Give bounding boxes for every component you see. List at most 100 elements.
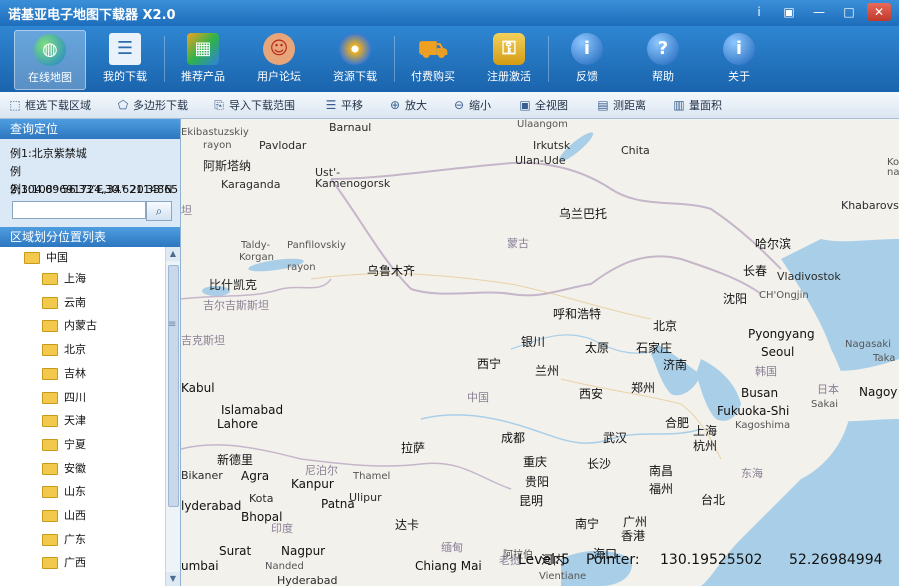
tree-node-province[interactable]: 四川 — [42, 388, 86, 408]
tree-node-province[interactable]: 广东 — [42, 530, 86, 550]
sidebar: 查询定位 例1:北京紫禁城 例2:104.09691724,30.6211486… — [0, 119, 181, 586]
map-place-label: 兰州 — [535, 364, 560, 378]
folder-icon — [42, 320, 58, 333]
scroll-down-icon[interactable]: ▼ — [166, 572, 180, 586]
toolbar-online-map-button[interactable]: ◍ 在线地图 — [14, 30, 86, 90]
map-place-label: 吉克斯坦 — [181, 334, 225, 347]
toolbar-about-button[interactable]: i 关于 — [704, 30, 774, 88]
map-place-label: Nagpur — [281, 544, 326, 558]
map-place-label: 哈尔滨 — [755, 237, 792, 251]
splitter-grip-icon[interactable]: ≡ — [168, 319, 178, 333]
map-place-label: Bikaner — [181, 469, 223, 482]
feedback-icon: i — [571, 33, 603, 65]
map-place-label: Kanpur — [291, 477, 334, 491]
folder-icon — [42, 367, 58, 380]
minimize-window-button[interactable]: — — [807, 3, 831, 21]
tree-node-province[interactable]: 吉林 — [42, 364, 86, 384]
map-place-label: 杭州 — [693, 439, 718, 453]
map-place-label: Hyderabad — [277, 574, 338, 586]
map-place-label: 南昌 — [649, 464, 674, 478]
folder-icon — [42, 438, 58, 451]
map-place-label: Nagasaki — [845, 339, 891, 350]
zoom-in-button[interactable]: ⊕ 放大 — [388, 97, 427, 113]
map-place-label: 银川 — [521, 335, 546, 349]
toolbar-register-activate-button[interactable]: ⚿ 注册激活 — [474, 30, 544, 88]
users-icon: ☺ — [263, 33, 295, 65]
query-examples: 例1:北京紫禁城 例2:104.09691724,30.62114865 例3:… — [0, 139, 180, 199]
restore-window-button[interactable]: ▣ — [777, 3, 801, 21]
map-place-label: Chita — [621, 144, 650, 157]
measure-distance-button[interactable]: ▤ 测距离 — [596, 97, 646, 113]
tree-node-province[interactable]: 广西 — [42, 553, 86, 573]
polygon-download-button[interactable]: ⬠ 多边形下载 — [116, 97, 188, 113]
full-view-icon: ▣ — [519, 98, 531, 112]
toolbar-help-button[interactable]: ? 帮助 — [628, 30, 698, 88]
tree-node-province[interactable]: 上海 — [42, 269, 86, 289]
folder-icon — [42, 273, 58, 285]
tree-node-province[interactable]: 安徽 — [42, 459, 86, 479]
select-area-download-button[interactable]: ⬚ 框选下载区域 — [8, 97, 91, 113]
title-bar: 诺基亚电子地图下载器 X2.0 i ▣ — □ ✕ — [0, 0, 899, 26]
map-place-label: 乌兰巴托 — [559, 207, 608, 221]
toolbar-recommended-products-button[interactable]: ▦ 推荐产品 — [168, 30, 238, 88]
map-place-label: 东海 — [741, 467, 763, 480]
map-place-label: 北京 — [653, 319, 678, 333]
zoom-out-icon: ⊖ — [453, 98, 465, 112]
map-place-label: Agra — [241, 469, 270, 483]
tree-node-province[interactable]: 北京 — [42, 340, 86, 360]
area-icon: ▥ — [673, 98, 685, 112]
measure-area-button[interactable]: ▥ 量面积 — [672, 97, 722, 113]
zoom-level-value: 5 — [561, 552, 570, 568]
map-place-label: Ulipur — [349, 491, 382, 504]
ruler-icon: ▤ — [597, 98, 609, 112]
pan-icon: ☰ — [325, 98, 337, 112]
toolbar-purchase-button[interactable]: ⛟ 付费购买 — [398, 30, 468, 88]
map-place-label: umbai — [181, 559, 219, 573]
full-view-button[interactable]: ▣ 全视图 — [518, 97, 568, 113]
toolbar-resource-download-button[interactable]: 资源下载 — [320, 30, 390, 88]
map-view[interactable]: Ekibastuzskiy rayon Pavlodar Barnaul Irkutsk… — [181, 119, 899, 586]
info-window-button[interactable]: i — [747, 3, 771, 21]
query-example: 例1:北京紫禁城 — [10, 147, 87, 160]
map-place-label: 吉尔吉斯斯坦 — [203, 299, 269, 312]
tree-node-province[interactable]: 山东 — [42, 482, 86, 502]
status-bar: Level: 5 Pointer: 130.19525502 52.269849… — [518, 550, 898, 572]
tree-node-province[interactable]: 天津 — [42, 411, 86, 431]
close-window-button[interactable]: ✕ — [867, 3, 891, 21]
map-place-label: Taldy- — [241, 240, 271, 251]
tree-node-province[interactable]: 内蒙古 — [42, 316, 97, 336]
map-place-label: Ulan-Ude — [515, 154, 566, 167]
map-place-label: 福州 — [649, 482, 674, 496]
map-place-label: Sakai — [811, 399, 838, 410]
map-place-label: CH'Ongjin — [759, 290, 809, 301]
map-place-label: 太原 — [585, 341, 610, 355]
toolbar-my-downloads-button[interactable]: ☰ 我的下载 — [90, 30, 160, 88]
pan-button[interactable]: ☰ 平移 — [324, 97, 363, 113]
map-place-label: Pavlodar — [259, 139, 307, 152]
folder-icon — [42, 296, 58, 309]
folder-icon — [42, 462, 58, 475]
import-download-range-button[interactable]: ⎘ 导入下载范围 — [212, 97, 295, 113]
scrollbar-thumb[interactable] — [168, 265, 179, 507]
map-place-label: Lahore — [217, 417, 259, 431]
toolbar-user-forum-button[interactable]: ☺ 用户论坛 — [244, 30, 314, 88]
tree-node-province[interactable]: 宁夏 — [42, 435, 86, 455]
tree-scrollbar[interactable]: ▲ ▼ — [165, 247, 180, 586]
scroll-up-icon[interactable]: ▲ — [166, 247, 180, 261]
toolbar-feedback-button[interactable]: i 反馈 — [552, 30, 622, 88]
map-place-label: 郑州 — [631, 381, 656, 395]
map-place-label: Taka — [873, 353, 896, 364]
map-place-label: Khabarovsk — [841, 199, 899, 212]
tree-node-province[interactable]: 云南 — [42, 293, 86, 313]
search-input[interactable] — [12, 201, 146, 219]
window-controls: i ▣ — □ ✕ — [747, 3, 891, 21]
map-place-label: 南宁 — [575, 517, 600, 531]
zoom-out-button[interactable]: ⊖ 缩小 — [452, 97, 491, 113]
tree-node-root[interactable]: 中国 — [24, 248, 68, 268]
maximize-window-button[interactable]: □ — [837, 3, 861, 21]
tree-node-province[interactable]: 山西 — [42, 506, 86, 526]
query-panel-header: 查询定位 — [0, 119, 180, 139]
map-place-label: Nagoy — [859, 385, 898, 399]
search-button[interactable]: ⌕ — [146, 201, 172, 221]
map-place-label: 乌鲁木齐 — [367, 264, 416, 278]
